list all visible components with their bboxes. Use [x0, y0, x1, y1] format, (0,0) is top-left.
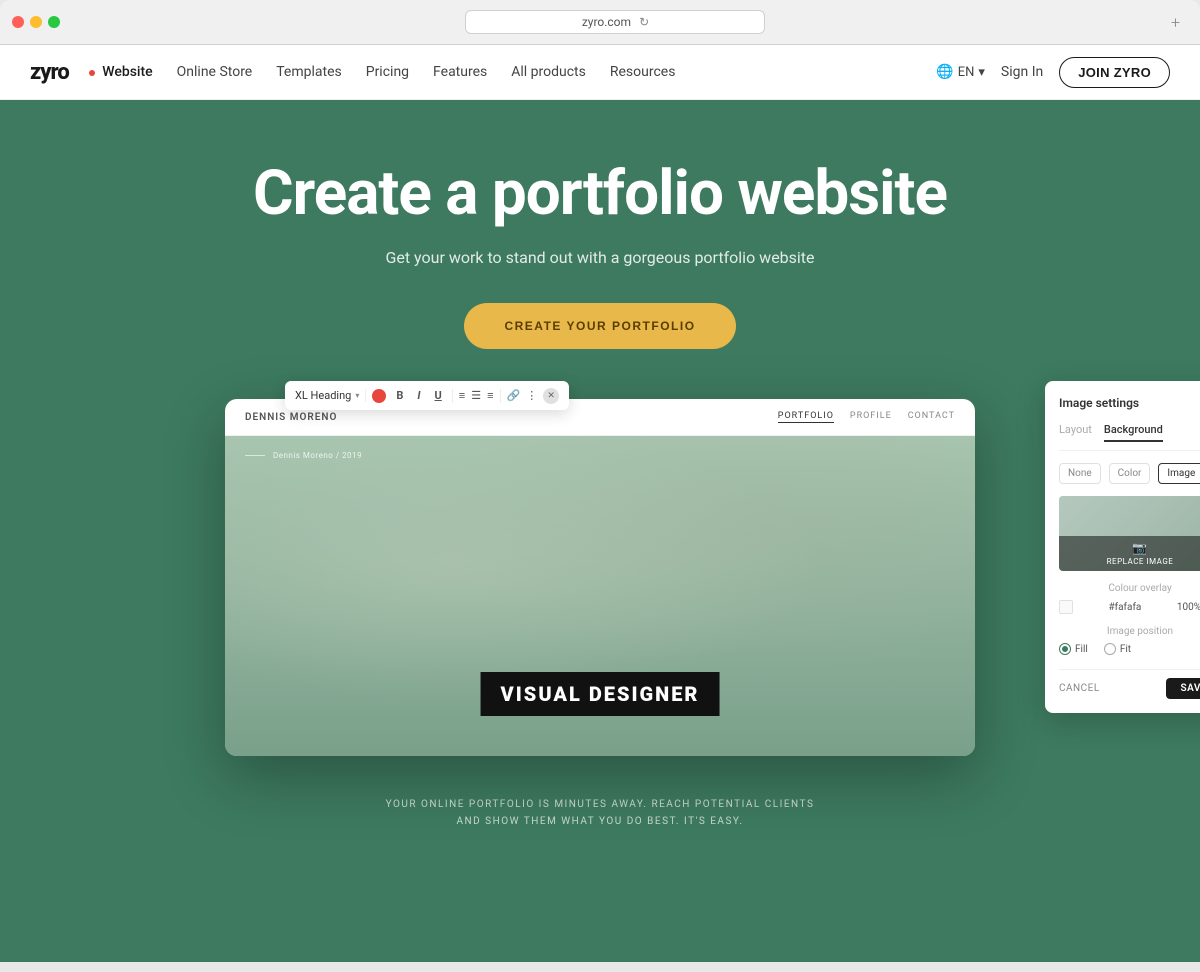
browser-address-bar: zyro.com ↻ [68, 10, 1163, 34]
hero-title: Create a portfolio website [20, 160, 1180, 228]
panel-tabs: Layout Background [1059, 423, 1200, 451]
text-style-selector[interactable]: XL Heading ▾ [295, 389, 366, 402]
browser-chrome: zyro.com ↻ + [0, 0, 1200, 45]
colour-overlay-label: Colour overlay [1059, 583, 1200, 594]
tab-layout[interactable]: Layout [1059, 423, 1092, 442]
site-logo[interactable]: zyro [30, 60, 69, 85]
new-tab-button[interactable]: + [1171, 13, 1188, 32]
globe-icon: 🌐 [936, 64, 953, 80]
panel-header: Image settings × [1059, 395, 1200, 411]
preview-nav-links: PORTFOLIO PROFILE CONTACT [778, 411, 955, 423]
tab-background[interactable]: Background [1104, 423, 1163, 442]
colour-overlay-row: #fafafa 100% 👁 [1059, 600, 1200, 614]
option-image[interactable]: Image [1158, 463, 1200, 484]
image-preview: 📷 REPLACE IMAGE [1059, 496, 1200, 571]
sign-in-link[interactable]: Sign In [1001, 64, 1043, 80]
nav-link-online-store[interactable]: Online Store [177, 64, 253, 80]
cta-button[interactable]: CREATE YOUR PORTFOLIO [464, 303, 735, 349]
website-content: zyro Website Online Store Templates Pric… [0, 45, 1200, 962]
color-opacity-value[interactable]: 100% [1177, 602, 1200, 613]
nav-link-all-products[interactable]: All products [511, 64, 586, 80]
color-swatch[interactable] [1059, 600, 1073, 614]
browser-titlebar: zyro.com ↻ + [0, 10, 1200, 44]
nav-link-pricing[interactable]: Pricing [366, 64, 409, 80]
bold-button[interactable]: B [392, 387, 407, 404]
join-button[interactable]: JOIN ZYRO [1059, 57, 1170, 88]
preview-hero-image: Dennis Moreno / 2019 VISUAL DESIGNER [225, 436, 975, 756]
option-color[interactable]: Color [1109, 463, 1151, 484]
more-options-icon[interactable]: ⋮ [526, 389, 537, 402]
language-selector[interactable]: 🌐 EN ▾ [936, 64, 985, 80]
nav-link-templates[interactable]: Templates [276, 64, 342, 80]
nav-right: 🌐 EN ▾ Sign In JOIN ZYRO [936, 57, 1170, 88]
hero-section: Create a portfolio website Get your work… [0, 100, 1200, 962]
editor-mockup: XL Heading ▾ B I U ≡ ☰ ≡ 🔗 ⋮ ✕ Image set [225, 399, 975, 756]
toolbar-divider [452, 389, 453, 403]
radio-fill-inner [1062, 646, 1068, 652]
preview-nav-portfolio: PORTFOLIO [778, 411, 834, 423]
url-text: zyro.com [582, 15, 631, 29]
color-picker-dot[interactable] [372, 389, 386, 403]
cancel-button[interactable]: CANCEL [1059, 683, 1100, 694]
panel-title: Image settings [1059, 396, 1139, 410]
caption-line [245, 455, 265, 456]
align-right-icon[interactable]: ≡ [487, 389, 493, 402]
align-center-icon[interactable]: ☰ [471, 389, 481, 402]
website-preview-window: DENNIS MORENO PORTFOLIO PROFILE CONTACT … [225, 399, 975, 756]
toolbar-close-button[interactable]: ✕ [543, 388, 559, 404]
hero-subtitle: Get your work to stand out with a gorgeo… [20, 248, 1180, 267]
replace-image-button[interactable]: 📷 REPLACE IMAGE [1059, 536, 1200, 571]
hero-tagline: YOUR ONLINE PORTFOLIO IS MINUTES AWAY. R… [20, 756, 1180, 850]
designer-label: VISUAL DESIGNER [481, 672, 720, 716]
active-dot [89, 70, 95, 76]
reload-icon[interactable]: ↻ [639, 15, 649, 29]
radio-fill[interactable]: Fill [1059, 643, 1088, 655]
chevron-down-icon: ▾ [355, 391, 359, 400]
nav-link-website[interactable]: Website [89, 64, 153, 80]
preview-nav-profile: PROFILE [850, 411, 892, 423]
text-formatting-toolbar: XL Heading ▾ B I U ≡ ☰ ≡ 🔗 ⋮ ✕ [285, 381, 569, 410]
radio-fit[interactable]: Fit [1104, 643, 1131, 655]
chevron-down-icon: ▾ [978, 65, 985, 80]
nav-link-features[interactable]: Features [433, 64, 487, 80]
toolbar-divider-2 [500, 389, 501, 403]
preview-nav-contact: CONTACT [908, 411, 955, 423]
minimize-window-button[interactable] [30, 16, 42, 28]
preview-brand-name: DENNIS MORENO [245, 412, 337, 423]
image-settings-panel: Image settings × Layout Background None … [1045, 381, 1200, 713]
close-window-button[interactable] [12, 16, 24, 28]
link-icon[interactable]: 🔗 [507, 389, 521, 402]
nav-link-resources[interactable]: Resources [610, 64, 676, 80]
radio-fit-circle [1104, 643, 1116, 655]
align-left-icon[interactable]: ≡ [459, 389, 465, 402]
panel-footer: CANCEL SAVE [1059, 669, 1200, 699]
underline-button[interactable]: U [431, 387, 446, 404]
traffic-lights [12, 16, 60, 28]
camera-icon: 📷 [1132, 541, 1147, 555]
caption-text: Dennis Moreno / 2019 [273, 451, 362, 460]
image-position-options: Fill Fit [1059, 643, 1200, 655]
option-none[interactable]: None [1059, 463, 1101, 484]
color-hex-value[interactable]: #fafafa [1079, 602, 1171, 613]
italic-button[interactable]: I [413, 387, 424, 404]
image-position-label: Image position [1059, 626, 1200, 637]
nav-links: Website Online Store Templates Pricing F… [89, 64, 937, 80]
url-bar[interactable]: zyro.com ↻ [465, 10, 765, 34]
save-button[interactable]: SAVE [1166, 678, 1200, 699]
fullscreen-window-button[interactable] [48, 16, 60, 28]
background-options: None Color Image [1059, 463, 1200, 484]
radio-fill-circle [1059, 643, 1071, 655]
main-nav: zyro Website Online Store Templates Pric… [0, 45, 1200, 100]
preview-caption: Dennis Moreno / 2019 [245, 451, 362, 460]
